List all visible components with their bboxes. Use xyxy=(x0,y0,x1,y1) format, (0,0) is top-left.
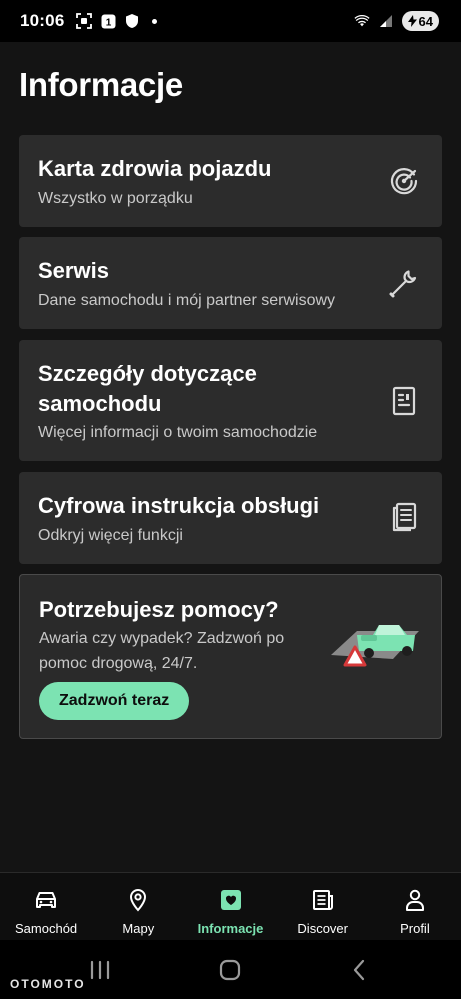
nav-label: Mapy xyxy=(122,921,155,936)
document-icon xyxy=(392,386,416,416)
battery-level: 64 xyxy=(418,13,433,29)
nav-label: Discover xyxy=(297,921,348,936)
nav-item-discover[interactable]: Discover xyxy=(277,873,369,940)
card-subtitle: Wszystko w porządku xyxy=(38,190,193,207)
nav-item-informacje[interactable]: Informacje xyxy=(184,873,276,940)
card-subtitle: Dane samochodu i mój partner serwisowy xyxy=(38,292,336,309)
nav-label: Profil xyxy=(400,921,430,936)
person-icon xyxy=(402,887,428,913)
manual-book-icon xyxy=(392,502,417,532)
card-subtitle: Odkryj więcej funkcji xyxy=(38,527,183,544)
call-now-button[interactable]: Zadzwoń teraz xyxy=(39,682,190,720)
help-title: Potrzebujesz pomocy? xyxy=(39,597,279,622)
notification-badge-icon: 1 xyxy=(100,13,116,29)
status-icons-left: 1 xyxy=(76,13,158,29)
back-icon[interactable] xyxy=(347,958,373,982)
status-time: 10:06 xyxy=(20,11,65,30)
nav-label: Informacje xyxy=(197,921,264,936)
svg-text:1: 1 xyxy=(106,17,112,28)
nav-item-profil[interactable]: Profil xyxy=(369,873,461,940)
page-title: Informacje xyxy=(19,66,183,103)
help-text: Awaria czy wypadek? Zadzwoń po pomoc dro… xyxy=(39,630,285,672)
card-title-line-1: Szczegóły dotyczące xyxy=(38,361,257,386)
card-title: Karta zdrowia pojazdu xyxy=(38,156,272,181)
card-title-line-2: samochodu xyxy=(38,391,162,416)
dot-icon xyxy=(152,18,158,24)
home-icon[interactable] xyxy=(217,958,243,982)
card-service[interactable]: Serwis Dane samochodu i mój partner serw… xyxy=(19,237,442,329)
card-title: Cyfrowa instrukcja obsługi xyxy=(38,493,320,518)
screenshot-icon xyxy=(76,13,93,29)
map-pin-icon xyxy=(125,887,151,913)
wrench-icon xyxy=(389,270,417,298)
card-car-details[interactable]: Szczegóły dotyczące samochodu Więcej inf… xyxy=(19,340,442,461)
nav-item-mapy[interactable]: Mapy xyxy=(92,873,184,940)
health-gauge-icon xyxy=(390,168,418,195)
nav-item-samochod[interactable]: Samochód xyxy=(0,873,92,940)
card-title: Serwis xyxy=(38,258,109,283)
card-vehicle-health[interactable]: Karta zdrowia pojazdu Wszystko w porządk… xyxy=(19,135,442,227)
nav-label: Samochód xyxy=(15,921,78,936)
card-digital-manual[interactable]: Cyfrowa instrukcja obsługi Odkryj więcej… xyxy=(19,472,442,564)
watermark: OTOMOTO xyxy=(10,977,86,991)
info-heart-icon xyxy=(218,887,244,913)
shield-icon xyxy=(124,13,140,29)
car-warning-triangle-illustration xyxy=(331,625,419,667)
signal-icon xyxy=(378,13,394,29)
bottom-navigation: Samochód Mapy Informacje Discover Profil xyxy=(0,872,461,940)
newspaper-icon xyxy=(310,887,336,913)
car-icon xyxy=(33,887,59,913)
wifi-icon xyxy=(353,13,370,29)
roadside-help-card: Potrzebujesz pomocy? Awaria czy wypadek?… xyxy=(19,574,442,739)
battery-icon: 64 xyxy=(401,11,439,31)
recent-apps-icon[interactable] xyxy=(87,958,113,982)
card-subtitle: Więcej informacji o twoim samochodzie xyxy=(38,424,318,441)
status-icons-right: 64 xyxy=(353,11,439,31)
status-bar: 10:06 1 64 xyxy=(0,0,461,42)
